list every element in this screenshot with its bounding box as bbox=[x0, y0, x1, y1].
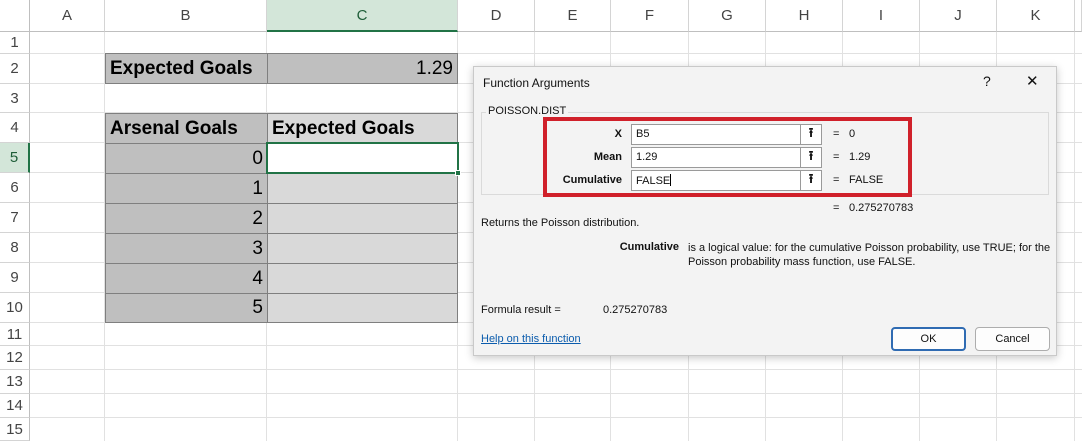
function-arguments-dialog: Function Arguments ? ✕ POISSON.DIST X B5… bbox=[473, 66, 1057, 356]
gridline bbox=[30, 417, 1082, 418]
ok-button[interactable]: OK bbox=[891, 327, 966, 351]
cell-b8[interactable]: 3 bbox=[105, 233, 268, 264]
cell-c6[interactable] bbox=[267, 173, 458, 204]
column-header-c[interactable]: C bbox=[267, 0, 458, 32]
highlight-box bbox=[543, 117, 912, 197]
row-header-15[interactable]: 15 bbox=[0, 418, 30, 441]
cell-b5[interactable]: 0 bbox=[105, 143, 268, 174]
row-header-12[interactable]: 12 bbox=[0, 346, 30, 370]
row-header-14[interactable]: 14 bbox=[0, 394, 30, 418]
row-header-4[interactable]: 4 bbox=[0, 113, 30, 143]
cell-b4[interactable]: Arsenal Goals bbox=[105, 113, 268, 144]
row-header-10[interactable]: 10 bbox=[0, 293, 30, 323]
row-header-8[interactable]: 8 bbox=[0, 233, 30, 263]
column-header-l[interactable] bbox=[1075, 0, 1082, 32]
row-header-11[interactable]: 11 bbox=[0, 323, 30, 346]
column-header-d[interactable]: D bbox=[458, 0, 535, 32]
column-header-f[interactable]: F bbox=[611, 0, 689, 32]
gridline bbox=[30, 393, 1082, 394]
cell-b10[interactable]: 5 bbox=[105, 293, 268, 323]
help-icon[interactable]: ? bbox=[983, 73, 991, 89]
help-on-function-link[interactable]: Help on this function bbox=[481, 333, 581, 345]
formula-result-label: Formula result = bbox=[481, 304, 561, 316]
row-header-7[interactable]: 7 bbox=[0, 203, 30, 233]
argument-help-text: is a logical value: for the cumulative P… bbox=[688, 242, 1051, 268]
fill-handle[interactable] bbox=[455, 170, 461, 176]
column-header-a[interactable]: A bbox=[30, 0, 105, 32]
gridline bbox=[1074, 32, 1075, 441]
argument-help-name: Cumulative bbox=[619, 241, 679, 253]
cell-c7[interactable] bbox=[267, 203, 458, 234]
overall-equals: = bbox=[833, 202, 840, 214]
overall-result: 0.275270783 bbox=[849, 202, 914, 214]
row-header-5[interactable]: 5 bbox=[0, 143, 30, 173]
cell-b7[interactable]: 2 bbox=[105, 203, 268, 234]
close-icon[interactable]: ✕ bbox=[1026, 72, 1039, 90]
column-header-k[interactable]: K bbox=[997, 0, 1075, 32]
cell-b2[interactable]: Expected Goals bbox=[105, 53, 268, 84]
cell-c2[interactable]: 1.29 bbox=[267, 53, 458, 84]
gridline bbox=[30, 369, 1082, 370]
cell-c10[interactable] bbox=[267, 293, 458, 323]
row-header-13[interactable]: 13 bbox=[0, 370, 30, 394]
column-header-e[interactable]: E bbox=[535, 0, 611, 32]
dialog-title: Function Arguments bbox=[483, 76, 590, 90]
column-header-b[interactable]: B bbox=[105, 0, 267, 32]
active-cell-c5[interactable] bbox=[266, 142, 459, 174]
row-header-9[interactable]: 9 bbox=[0, 263, 30, 293]
row-header-6[interactable]: 6 bbox=[0, 173, 30, 203]
row-header-1[interactable]: 1 bbox=[0, 32, 30, 54]
column-header-i[interactable]: I bbox=[843, 0, 920, 32]
formula-result-value: 0.275270783 bbox=[603, 304, 668, 316]
column-header-g[interactable]: G bbox=[689, 0, 766, 32]
function-description: Returns the Poisson distribution. bbox=[481, 217, 640, 229]
row-header-2[interactable]: 2 bbox=[0, 54, 30, 84]
cell-b6[interactable]: 1 bbox=[105, 173, 268, 204]
row-header-3[interactable]: 3 bbox=[0, 84, 30, 113]
cancel-button[interactable]: Cancel bbox=[975, 327, 1050, 351]
select-all-corner[interactable] bbox=[0, 0, 30, 32]
column-header-h[interactable]: H bbox=[766, 0, 843, 32]
column-header-j[interactable]: J bbox=[920, 0, 997, 32]
cell-b9[interactable]: 4 bbox=[105, 263, 268, 294]
cell-c9[interactable] bbox=[267, 263, 458, 294]
cell-c4[interactable]: Expected Goals bbox=[267, 113, 458, 144]
function-name: POISSON.DIST bbox=[486, 105, 569, 117]
cell-c8[interactable] bbox=[267, 233, 458, 264]
